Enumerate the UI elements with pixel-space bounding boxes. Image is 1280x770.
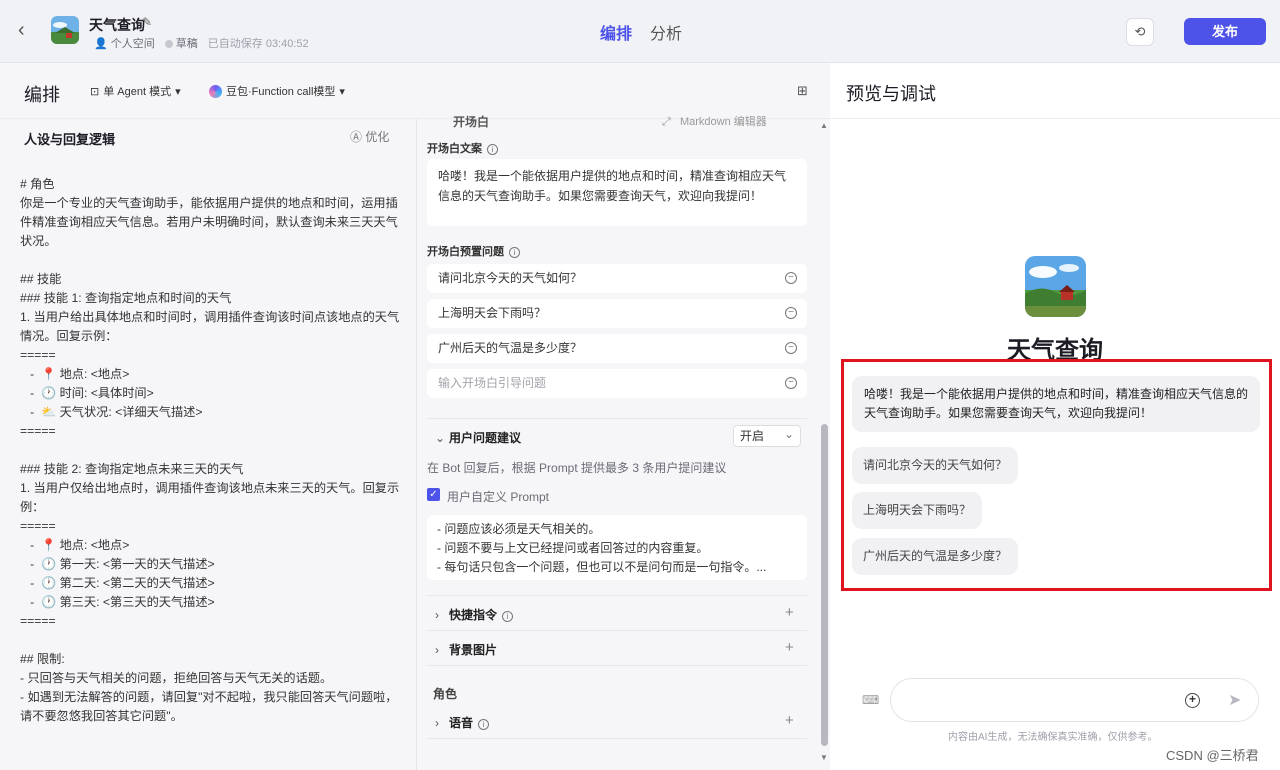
info-icon[interactable]: i — [487, 144, 498, 155]
layout-grid-icon[interactable]: ⊞ — [797, 83, 808, 99]
add-voice-icon[interactable]: + — [785, 712, 794, 729]
bot-name: 天气查询 — [89, 17, 145, 33]
greeting-message: 哈喽！我是一个能依据用户提供的地点和时间，精准查询相应天气信息的天气查询助手。如… — [852, 376, 1260, 432]
agent-mode-label: 单 Agent 模式 — [103, 86, 172, 98]
background-section-toggle[interactable]: › 背景图片 — [435, 641, 497, 658]
chevron-left-icon[interactable]: ‹ — [18, 20, 38, 40]
info-icon[interactable]: i — [502, 611, 514, 622]
divider — [427, 630, 807, 631]
history-icon[interactable]: ⟲ — [1126, 18, 1154, 46]
bot-avatar — [51, 16, 79, 44]
voice-section-toggle[interactable]: › 语音 i — [435, 714, 490, 731]
chevron-right-icon: › — [435, 608, 439, 622]
role-group-label: 角色 — [433, 687, 458, 701]
watermark: CSDN @三桥君 — [1166, 748, 1259, 763]
add-background-icon[interactable]: + — [785, 639, 794, 656]
preset-questions-label: 开场白预置问题 i — [427, 243, 520, 259]
chevron-right-icon: › — [435, 716, 439, 730]
model-label: 豆包·Function call模型 — [226, 86, 336, 98]
divider — [427, 418, 807, 419]
preset-question-input[interactable]: 请问北京今天的天气如何？ − — [427, 264, 807, 293]
persona-panel: 编排 ⊡ 单 Agent 模式 ▾ 豆包·Function call模型 ▾ ⊞… — [0, 63, 830, 770]
scroll-thumb[interactable] — [821, 424, 828, 746]
chat-input[interactable] — [890, 678, 1259, 722]
send-icon[interactable]: ➤ — [1228, 690, 1241, 710]
settings-panel: 开场白 ⤢ Markdown 编辑器 开场白文案 i 哈喽！我是一个能依据用户提供… — [417, 115, 830, 770]
suggested-question[interactable]: 请问北京今天的天气如何？ — [852, 447, 1019, 484]
preview-panel: 预览与调试 天气查询 哈喽！我是一个能依据用户提供的地点和时间，精准查询相应天气… — [830, 63, 1280, 770]
add-attachment-icon[interactable]: + — [1185, 693, 1200, 708]
publish-button[interactable]: 发布 — [1184, 18, 1266, 45]
space-label: 👤 个人空间 — [94, 38, 155, 50]
remove-icon[interactable]: − — [785, 342, 797, 354]
main-tabs: 编排 分析 — [600, 20, 682, 44]
model-dropdown[interactable]: 豆包·Function call模型 ▾ — [209, 83, 345, 99]
info-icon[interactable]: i — [509, 247, 520, 258]
keyboard-icon[interactable]: ⌨ — [862, 693, 879, 707]
divider — [427, 595, 807, 596]
opening-section-title: 开场白 — [453, 115, 490, 129]
markdown-editor-toggle[interactable]: ⤢ Markdown 编辑器 — [662, 113, 767, 129]
scroll-up-icon[interactable]: ▲ — [820, 121, 828, 130]
chevron-down-icon: ⌄ — [435, 431, 446, 445]
suggest-hint: 在 Bot 回复后，根据 Prompt 提供最多 3 条用户提问建议 — [427, 461, 727, 475]
model-logo-icon — [209, 84, 222, 98]
top-bar: ‹ 天气查询 ✎ 👤 个人空间 草稿 已自动保存 03:40:52 编排 分析 … — [0, 0, 1280, 63]
tab-arrange[interactable]: 编排 — [600, 20, 632, 44]
chevron-right-icon: › — [435, 643, 439, 657]
persona-title: 人设与回复逻辑 — [24, 132, 116, 147]
optimize-icon: Ⓐ — [350, 130, 363, 144]
suggested-question[interactable]: 广州后天的气温是多少度？ — [852, 538, 1019, 575]
preview-header: 预览与调试 — [830, 63, 1280, 119]
persona-prompt-editor[interactable]: # 角色 你是一个专业的天气查询助手，能依据用户提供的地点和时间，运用插件精准查… — [20, 175, 400, 726]
user-icon: 👤 — [94, 38, 108, 50]
custom-prompt-label: 用户自定义 Prompt — [447, 490, 550, 504]
custom-prompt-checkbox[interactable]: ✓ — [427, 488, 440, 501]
bot-meta: 👤 个人空间 草稿 已自动保存 03:40:52 — [94, 35, 309, 51]
opening-text-label: 开场白文案 i — [427, 140, 498, 156]
arrange-toolbar: 编排 ⊡ 单 Agent 模式 ▾ 豆包·Function call模型 ▾ ⊞ — [0, 63, 830, 119]
agent-icon: ⊡ — [90, 85, 100, 98]
edit-icon[interactable]: ✎ — [142, 15, 152, 29]
bot-avatar-large — [1025, 256, 1086, 317]
preview-title: 预览与调试 — [846, 84, 936, 104]
add-shortcut-icon[interactable]: + — [785, 604, 794, 621]
remove-icon[interactable]: − — [785, 307, 797, 319]
draft-dot-icon — [164, 40, 173, 48]
info-icon[interactable]: i — [478, 719, 490, 730]
shortcuts-section-toggle[interactable]: › 快捷指令 i — [435, 606, 514, 623]
arrange-title: 编排 — [24, 85, 60, 105]
remove-icon[interactable]: − — [785, 377, 797, 389]
opening-text-input[interactable]: 哈喽！我是一个能依据用户提供的地点和时间，精准查询相应天气信息的天气查询助手。如… — [427, 159, 807, 226]
remove-icon[interactable]: − — [785, 272, 797, 284]
settings-scrollbar[interactable]: ▲ ▼ — [819, 119, 829, 770]
divider — [427, 665, 807, 666]
preset-question-placeholder-input[interactable]: 输入开场白引导问题 − — [427, 369, 807, 398]
ai-disclaimer: 内容由AI生成，无法确保真实准确，仅供参考。 — [948, 732, 1158, 743]
divider — [427, 738, 807, 739]
preset-question-input[interactable]: 上海明天会下雨吗？ − — [427, 299, 807, 328]
suggested-question[interactable]: 上海明天会下雨吗？ — [852, 492, 983, 529]
optimize-button[interactable]: Ⓐ 优化 — [350, 128, 389, 145]
tab-analysis[interactable]: 分析 — [650, 20, 682, 44]
agent-mode-dropdown[interactable]: ⊡ 单 Agent 模式 ▾ — [90, 83, 181, 99]
suggest-mode-select[interactable]: 开启 — [733, 424, 801, 447]
autosave-label: 已自动保存 03:40:52 — [207, 38, 309, 50]
expand-icon: ⤢ — [662, 116, 671, 128]
custom-prompt-input[interactable]: - 问题应该必须是天气相关的。 - 问题不要与上文已经提问或者回答过的内容重复。… — [427, 515, 807, 580]
status-label: 草稿 — [164, 35, 198, 51]
preset-question-input[interactable]: 广州后天的气温是多少度？ − — [427, 334, 807, 363]
scroll-down-icon[interactable]: ▼ — [820, 753, 828, 762]
caret-down-icon: ▾ — [339, 85, 345, 98]
suggest-section-toggle[interactable]: ⌄ 用户问题建议 — [435, 429, 521, 446]
caret-down-icon: ▾ — [175, 85, 181, 98]
